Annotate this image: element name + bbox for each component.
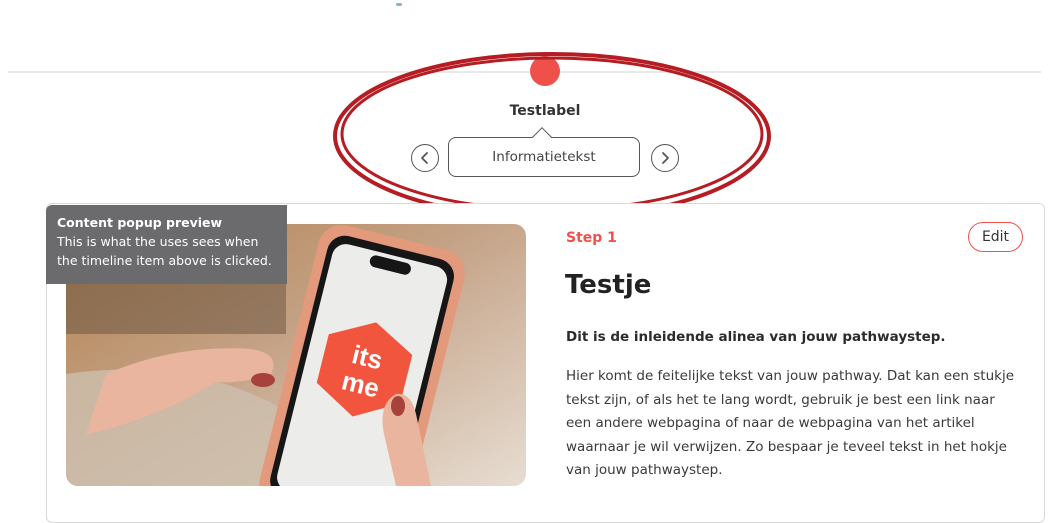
timeline-prev-button[interactable] <box>411 144 439 172</box>
edit-button[interactable]: Edit <box>968 222 1023 252</box>
step-label: Step 1 <box>566 230 617 246</box>
step-intro-paragraph: Dit is de inleidende alinea van jouw pat… <box>566 329 946 345</box>
tooltip-line-1: This is what the uses sees when <box>57 234 259 249</box>
top-accent-mark <box>396 3 402 6</box>
timeline-item-label: Testlabel <box>509 103 581 119</box>
timeline-next-button[interactable] <box>651 144 679 172</box>
timeline-track <box>8 71 1041 73</box>
timeline-info-text: Informatietekst <box>492 149 596 165</box>
tooltip-title: Content popup preview <box>57 215 223 230</box>
step-body-paragraph: Hier komt de feitelijke tekst van jouw p… <box>566 368 1015 478</box>
chevron-left-icon <box>421 152 428 164</box>
timeline-info-box: Informatietekst <box>448 137 640 177</box>
step-title: Testje <box>565 270 652 300</box>
tooltip-line-2: the timeline item above is clicked. <box>57 253 272 268</box>
content-popup-preview-tooltip: Content popup preview This is what the u… <box>46 205 287 284</box>
timeline-item-dot[interactable] <box>530 56 560 86</box>
chevron-right-icon <box>662 152 669 164</box>
